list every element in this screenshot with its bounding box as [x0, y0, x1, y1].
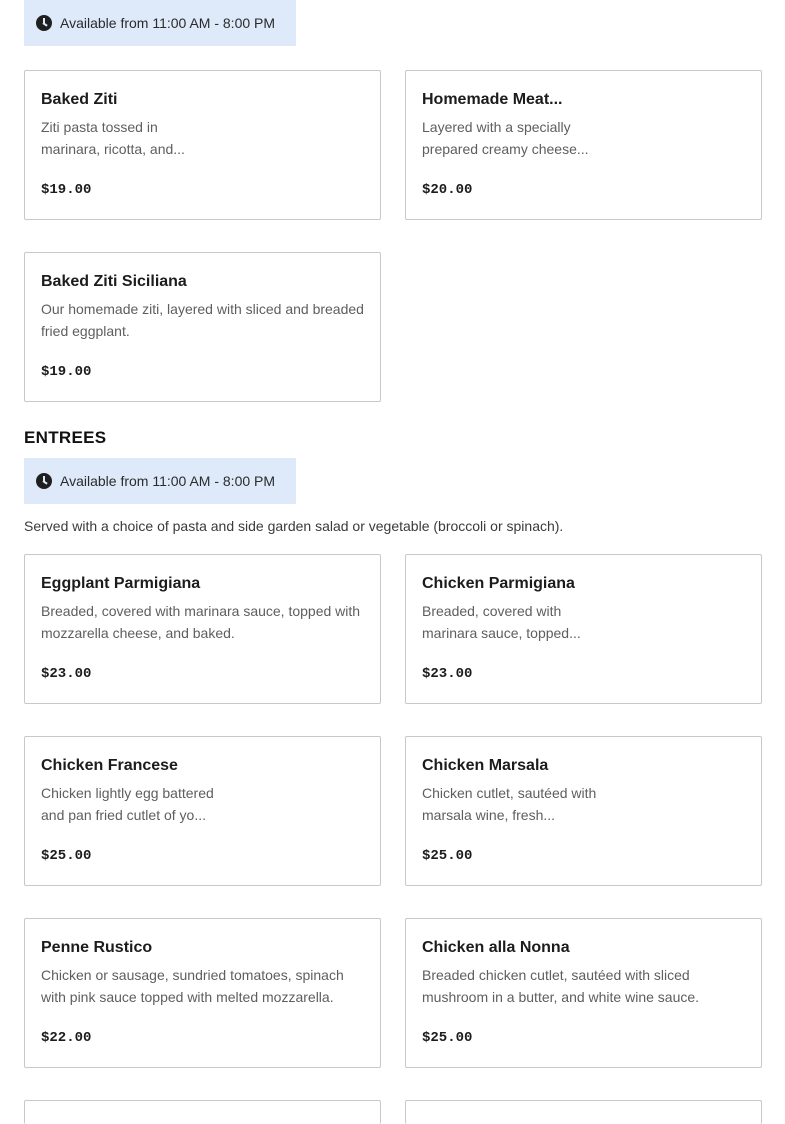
- item-description: Chicken or sausage, sundried tomatoes, s…: [41, 967, 344, 1005]
- item-description: Layered with a specially prepared creamy…: [422, 119, 589, 157]
- item-price: $25.00: [422, 1030, 473, 1046]
- item-price: $25.00: [41, 848, 92, 864]
- menu-item-card[interactable]: Baked Ziti Ziti pasta tossed in marinara…: [24, 70, 381, 220]
- menu-item-card[interactable]: Chicken Francese Chicken lightly egg bat…: [24, 736, 381, 886]
- item-description: Breaded, covered with marinara sauce, to…: [41, 603, 361, 641]
- item-description: Chicken cutlet, sautéed with marsala win…: [422, 785, 597, 823]
- item-price: $25.00: [422, 848, 473, 864]
- item-name: Chicken Parmigiana: [422, 575, 575, 592]
- menu-item-card[interactable]: [405, 1100, 762, 1124]
- menu-item-card[interactable]: Eggplant Parmigiana Breaded, covered wit…: [24, 554, 381, 704]
- item-price: $23.00: [422, 666, 473, 682]
- item-name: Baked Ziti Siciliana: [41, 273, 187, 290]
- item-price: $22.00: [41, 1030, 92, 1046]
- item-description: Breaded, covered with marinara sauce, to…: [422, 603, 581, 641]
- item-name: Chicken Francese: [41, 757, 178, 774]
- menu-item-card[interactable]: Chicken Marsala Chicken cutlet, sautéed …: [405, 736, 762, 886]
- item-price: $19.00: [41, 364, 92, 380]
- item-description: Breaded chicken cutlet, sautéed with sli…: [422, 967, 700, 1005]
- item-name: Homemade Meat...: [422, 91, 563, 108]
- menu-item-card[interactable]: Chicken alla Nonna Breaded chicken cutle…: [405, 918, 762, 1068]
- item-price: $20.00: [422, 182, 473, 198]
- item-name: Chicken Marsala: [422, 757, 549, 774]
- availability-text: Available from 11:00 AM - 8:00 PM: [60, 473, 276, 489]
- menu-item-card[interactable]: Penne Rustico Chicken or sausage, sundri…: [24, 918, 381, 1068]
- menu-item-card[interactable]: Homemade Meat... Layered with a speciall…: [405, 70, 762, 220]
- item-name: Chicken alla Nonna: [422, 939, 570, 956]
- clock-icon: [36, 15, 52, 31]
- availability-badge: Available from 11:00 AM - 8:00 PM: [24, 0, 296, 46]
- menu-item-card[interactable]: [24, 1100, 381, 1124]
- item-description: Chicken lightly egg battered and pan fri…: [41, 785, 214, 823]
- item-price: $23.00: [41, 666, 92, 682]
- item-description: Ziti pasta tossed in marinara, ricotta, …: [41, 119, 185, 157]
- menu-item-card[interactable]: Baked Ziti Siciliana Our homemade ziti, …: [24, 252, 381, 402]
- item-price: $19.00: [41, 182, 92, 198]
- item-description: Our homemade ziti, layered with sliced a…: [41, 301, 364, 339]
- section-title-entrees: ENTREES: [24, 428, 107, 447]
- menu-item-card[interactable]: Chicken Parmigiana Breaded, covered with…: [405, 554, 762, 704]
- section-note: Served with a choice of pasta and side g…: [24, 518, 564, 534]
- availability-badge: Available from 11:00 AM - 8:00 PM: [24, 458, 296, 504]
- availability-text: Available from 11:00 AM - 8:00 PM: [60, 15, 276, 31]
- item-name: Eggplant Parmigiana: [41, 575, 201, 592]
- clock-icon: [36, 473, 52, 489]
- item-name: Baked Ziti: [41, 91, 118, 108]
- item-name: Penne Rustico: [41, 939, 153, 956]
